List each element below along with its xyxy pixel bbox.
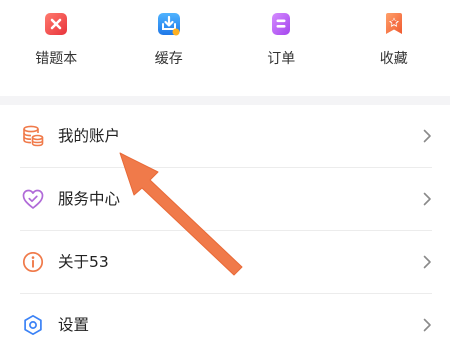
- section-divider: [0, 96, 450, 105]
- wrong-book-icon: [43, 11, 69, 37]
- quick-item-cache[interactable]: 缓存: [113, 0, 226, 96]
- quick-label: 订单: [267, 51, 295, 67]
- quick-actions-row: 错题本 缓存 订单 收藏: [0, 0, 450, 96]
- coins-icon: [21, 124, 45, 148]
- info-icon: [21, 250, 45, 274]
- quick-item-wrong-book[interactable]: 错题本: [0, 0, 113, 96]
- settings-menu: 我的账户 服务中心 关于53 设置: [0, 105, 450, 357]
- quick-item-orders[interactable]: 订单: [225, 0, 338, 96]
- quick-label: 收藏: [380, 51, 408, 67]
- chevron-right-icon: [422, 255, 432, 269]
- order-icon: [268, 11, 294, 37]
- gear-icon: [21, 313, 45, 337]
- menu-item-my-account[interactable]: 我的账户: [0, 105, 450, 168]
- chevron-right-icon: [422, 318, 432, 332]
- download-icon: [156, 11, 182, 37]
- menu-item-settings[interactable]: 设置: [0, 294, 450, 357]
- chevron-right-icon: [422, 192, 432, 206]
- heart-check-icon: [21, 187, 45, 211]
- menu-item-label: 关于53: [58, 252, 109, 272]
- chevron-right-icon: [422, 129, 432, 143]
- menu-item-about[interactable]: 关于53: [0, 231, 450, 294]
- menu-item-label: 我的账户: [58, 126, 120, 146]
- menu-item-label: 服务中心: [58, 189, 120, 209]
- quick-label: 错题本: [35, 51, 77, 67]
- menu-item-service-center[interactable]: 服务中心: [0, 168, 450, 231]
- quick-label: 缓存: [155, 51, 183, 67]
- menu-item-label: 设置: [58, 315, 89, 335]
- bookmark-star-icon: [381, 11, 407, 37]
- quick-item-favorites[interactable]: 收藏: [338, 0, 450, 96]
